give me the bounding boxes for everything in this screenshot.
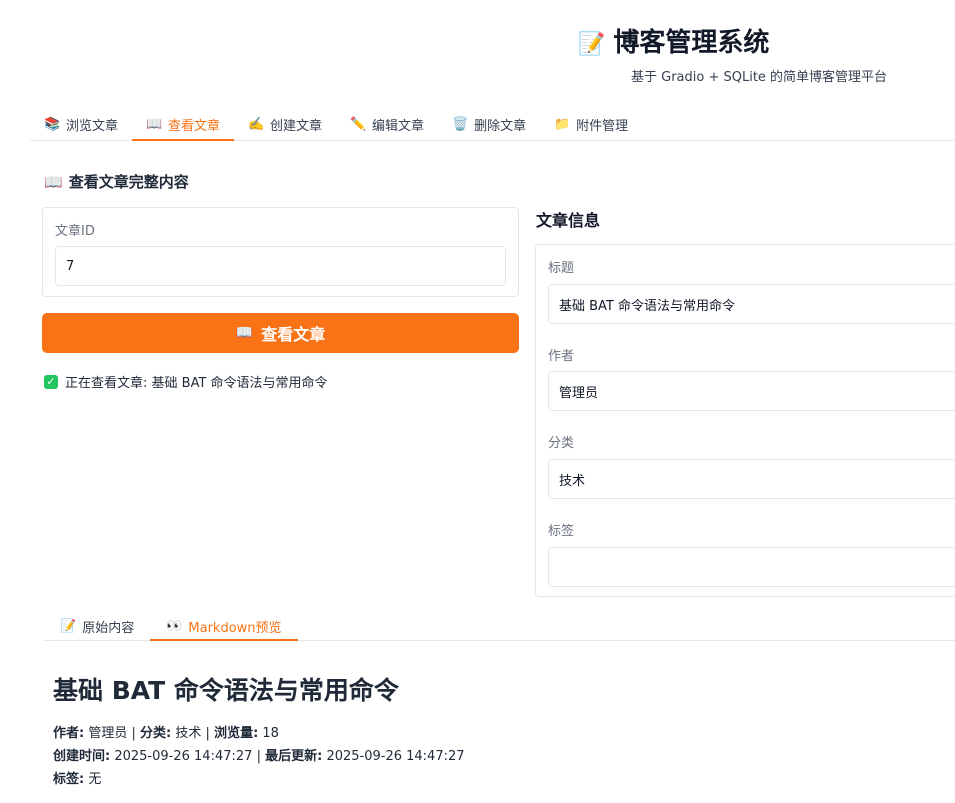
updated-key: 最后更新:	[265, 749, 323, 764]
article-info-card: 标题 基础 BAT 命令语法与常用命令 作者 管理员 分类 技术 标签	[535, 244, 955, 597]
eyes-icon: 👀	[166, 618, 183, 634]
separator: |	[256, 749, 261, 764]
preview-meta-line-1: 作者: 管理员 | 分类: 技术 | 浏览量: 18	[53, 722, 279, 741]
preview-heading: 基础 BAT 命令语法与常用命令	[53, 676, 399, 705]
category-field[interactable]: 技术	[548, 459, 955, 499]
check-icon: ✓	[44, 374, 58, 389]
category-label: 分类	[548, 436, 575, 451]
article-id-label: 文章ID	[55, 224, 95, 239]
open-book-icon: 📖	[146, 116, 163, 132]
title-field[interactable]: 基础 BAT 命令语法与常用命令	[548, 284, 955, 324]
tags-field[interactable]	[548, 547, 955, 587]
tab-label: 浏览文章	[66, 118, 119, 134]
tags-key: 标签:	[53, 772, 85, 787]
tab-label: 原始内容	[82, 620, 135, 636]
view-article-button[interactable]: 📖 查看文章	[42, 313, 519, 353]
tab-create[interactable]: ✍️ 创建文章	[234, 108, 336, 140]
article-id-input[interactable]: 7	[55, 246, 506, 286]
separator: |	[205, 726, 210, 741]
memo-icon: 📝	[578, 32, 606, 57]
status-text: 正在查看文章: 基础 BAT 命令语法与常用命令	[65, 376, 328, 391]
created-key: 创建时间:	[53, 749, 111, 764]
info-title: 文章信息	[536, 211, 601, 230]
tab-markdown-preview[interactable]: 👀 Markdown预览	[150, 612, 298, 641]
article-id-card: 文章ID 7	[42, 207, 519, 297]
preview-meta-line-3: 标签: 无	[53, 768, 101, 787]
trash-icon: 🗑️	[452, 116, 469, 132]
preview-meta-line-2: 创建时间: 2025-09-26 14:47:27 | 最后更新: 2025-0…	[53, 745, 465, 764]
tab-label: Markdown预览	[188, 620, 282, 636]
tab-label: 编辑文章	[372, 118, 425, 134]
app-title: 📝 博客管理系统	[0, 22, 955, 59]
views-value: 18	[262, 726, 279, 741]
button-label: 查看文章	[261, 325, 326, 344]
tab-view[interactable]: 📖 查看文章	[132, 108, 235, 141]
open-book-icon: 📖	[44, 172, 63, 191]
open-book-icon: 📖	[235, 325, 254, 341]
tab-delete[interactable]: 🗑️ 删除文章	[438, 108, 540, 140]
main-tabs: 📚 浏览文章 📖 查看文章 ✍️ 创建文章 ✏️ 编辑文章 🗑️ 删除文章 📁 …	[30, 108, 955, 141]
title-label: 标题	[548, 261, 575, 276]
section-title: 📖 查看文章完整内容	[44, 171, 189, 192]
books-icon: 📚	[44, 116, 61, 132]
status-row: ✓ 正在查看文章: 基础 BAT 命令语法与常用命令	[44, 372, 328, 391]
created-value: 2025-09-26 14:47:27	[114, 749, 253, 764]
pencil-icon: ✏️	[350, 116, 367, 132]
tab-label: 查看文章	[168, 118, 221, 134]
category-value: 技术	[175, 726, 202, 741]
author-value: 管理员	[88, 726, 128, 741]
tab-label: 创建文章	[270, 118, 323, 134]
separator: |	[131, 726, 136, 741]
memo-icon: 📝	[60, 618, 77, 634]
tab-raw-content[interactable]: 📝 原始内容	[44, 612, 150, 640]
tags-label: 标签	[548, 524, 575, 539]
writing-hand-icon: ✍️	[248, 116, 265, 132]
tab-label: 删除文章	[474, 118, 527, 134]
author-key: 作者:	[53, 726, 85, 741]
category-key: 分类:	[140, 726, 172, 741]
author-label: 作者	[548, 349, 575, 364]
tab-attachments[interactable]: 📁 附件管理	[540, 108, 642, 140]
views-key: 浏览量:	[214, 726, 259, 741]
author-field[interactable]: 管理员	[548, 371, 955, 411]
app-title-text: 博客管理系统	[613, 28, 770, 58]
tab-label: 附件管理	[576, 118, 629, 134]
tags-value: 无	[88, 772, 102, 787]
folder-icon: 📁	[554, 116, 571, 132]
tab-edit[interactable]: ✏️ 编辑文章	[336, 108, 438, 140]
content-tabs: 📝 原始内容 👀 Markdown预览	[44, 612, 955, 641]
tab-browse[interactable]: 📚 浏览文章	[30, 108, 132, 140]
app-subtitle: 基于 Gradio + SQLite 的简单博客管理平台	[631, 70, 888, 85]
section-title-text: 查看文章完整内容	[68, 173, 189, 191]
updated-value: 2025-09-26 14:47:27	[326, 749, 465, 764]
